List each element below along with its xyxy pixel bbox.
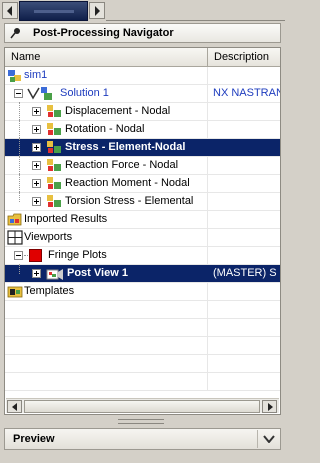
tree-row-result[interactable]: Rotation - Nodal (5, 120, 280, 139)
scrollbar-thumb[interactable] (24, 400, 260, 413)
expand-icon[interactable] (32, 125, 41, 134)
column-header-row: Name Description (5, 48, 280, 67)
empty-row (5, 337, 280, 355)
tree-label: Stress - Element-Nodal (65, 141, 186, 153)
tree-row-result[interactable]: Displacement - Nodal (5, 102, 280, 121)
tree-row-viewports[interactable]: Viewports (5, 229, 280, 247)
tree-rows: sim1 Solution 1 NX NASTRAN Displacement … (5, 67, 280, 391)
tree-label: sim1 (24, 69, 48, 81)
collapse-icon[interactable] (14, 89, 23, 98)
navigator-title: Post-Processing Navigator (33, 27, 174, 39)
pin-icon[interactable] (5, 27, 27, 39)
column-header-description[interactable]: Description (209, 48, 280, 67)
tree-label: Reaction Moment - Nodal (65, 177, 190, 189)
result-icon (47, 177, 61, 189)
collapse-icon[interactable] (14, 251, 23, 260)
fringe-plot-icon (29, 249, 42, 262)
tab-strip (0, 0, 285, 22)
result-icon (47, 141, 61, 153)
empty-row (5, 355, 280, 373)
expand-icon[interactable] (32, 179, 41, 188)
expand-icon[interactable] (32, 107, 41, 116)
scroll-right-icon[interactable] (262, 400, 277, 413)
tab-scroll-left-icon[interactable] (2, 2, 18, 19)
tree-label: Reaction Force - Nodal (65, 159, 179, 171)
result-icon (47, 123, 61, 135)
panel-splitter-handle[interactable] (118, 419, 164, 424)
tree-label: Post View 1 (67, 267, 128, 279)
expand-icon[interactable] (32, 269, 41, 278)
expand-icon[interactable] (32, 143, 41, 152)
sim-file-icon (8, 70, 21, 82)
empty-row (5, 373, 280, 391)
tree-row-result[interactable]: Reaction Moment - Nodal (5, 174, 280, 193)
tree-row-result[interactable]: Torsion Stress - Elemental (5, 192, 280, 211)
tree-row-fringe-plots[interactable]: Fringe Plots (5, 247, 280, 265)
tree-row-result[interactable]: Reaction Force - Nodal (5, 156, 280, 175)
preview-panel-header[interactable]: Preview (4, 428, 281, 450)
tree-row-solution-1[interactable]: Solution 1 NX NASTRAN (5, 85, 280, 103)
result-icon (47, 195, 61, 207)
viewports-icon (7, 230, 23, 245)
tree-row-imported-results[interactable]: Imported Results (5, 211, 280, 229)
templates-icon (7, 286, 23, 298)
navigator-tab-active[interactable] (19, 1, 88, 21)
navigator-tree-panel: Name Description sim1 Solution 1 NX NAST… (4, 47, 281, 415)
empty-row (5, 319, 280, 337)
post-view-icon (46, 269, 63, 280)
tree-label: Viewports (24, 231, 73, 243)
expand-icon[interactable] (32, 161, 41, 170)
column-header-name[interactable]: Name (5, 48, 208, 67)
tree-row-post-view-1[interactable]: Post View 1 (MASTER) S (5, 264, 280, 283)
tree-label: Fringe Plots (48, 249, 107, 261)
tab-strip-filler (106, 0, 285, 21)
preview-label: Preview (13, 433, 55, 445)
horizontal-scrollbar[interactable] (6, 398, 279, 413)
tree-label: Templates (24, 285, 75, 297)
scroll-left-icon[interactable] (7, 400, 22, 413)
tab-scroll-right-icon[interactable] (89, 2, 105, 19)
tree-label: Imported Results (24, 213, 108, 225)
result-icon (47, 105, 61, 117)
expand-icon[interactable] (32, 197, 41, 206)
tree-row-sim1[interactable]: sim1 (5, 67, 280, 85)
tree-label: Rotation - Nodal (65, 123, 145, 135)
result-icon (47, 159, 61, 171)
folder-icon (7, 213, 22, 226)
empty-row (5, 301, 280, 319)
tree-row-templates[interactable]: Templates (5, 283, 280, 301)
chevron-down-icon[interactable] (257, 430, 279, 448)
tree-row-result-selected[interactable]: Stress - Element-Nodal (5, 138, 280, 157)
navigator-header: Post-Processing Navigator (4, 23, 281, 43)
tree-label: Solution 1 (60, 87, 109, 99)
tree-label: Torsion Stress - Elemental (65, 195, 194, 207)
solution-icon (27, 87, 52, 100)
tree-label: Displacement - Nodal (65, 105, 171, 117)
